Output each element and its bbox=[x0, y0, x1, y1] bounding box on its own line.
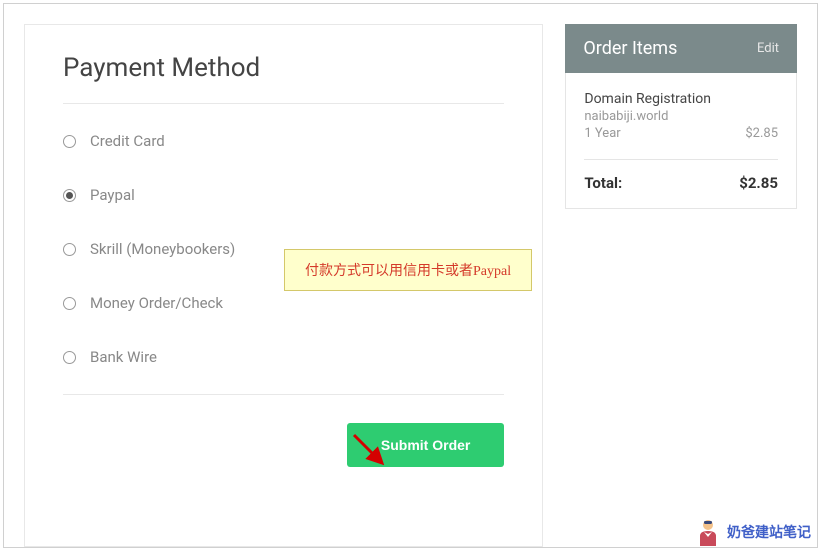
order-total-row: Total: $2.85 bbox=[584, 159, 778, 192]
submit-order-button[interactable]: Submit Order bbox=[347, 423, 504, 467]
order-item-term: 1 Year bbox=[584, 126, 620, 141]
annotation-callout: 付款方式可以用信用卡或者Paypal bbox=[284, 249, 532, 291]
radio-label: Skrill (Moneybookers) bbox=[90, 240, 235, 258]
order-summary-panel: Order Items Edit Domain Registration nai… bbox=[565, 24, 797, 547]
radio-label: Credit Card bbox=[90, 132, 165, 150]
order-item-domain: naibabiji.world bbox=[584, 109, 778, 124]
radio-icon bbox=[63, 189, 76, 202]
edit-order-link[interactable]: Edit bbox=[757, 41, 779, 56]
order-item-price: $2.85 bbox=[745, 126, 778, 141]
radio-icon bbox=[63, 135, 76, 148]
payment-option-bank-wire[interactable]: Bank Wire bbox=[63, 330, 504, 384]
order-body: Domain Registration naibabiji.world 1 Ye… bbox=[565, 73, 797, 209]
divider bbox=[63, 103, 504, 104]
order-total-price: $2.85 bbox=[739, 174, 778, 192]
payment-heading: Payment Method bbox=[63, 53, 504, 83]
radio-label: Paypal bbox=[90, 186, 135, 204]
order-item-line: 1 Year $2.85 bbox=[584, 126, 778, 141]
payment-option-credit-card[interactable]: Credit Card bbox=[63, 114, 504, 168]
radio-icon bbox=[63, 243, 76, 256]
payment-option-paypal[interactable]: Paypal bbox=[63, 168, 504, 222]
order-item-name: Domain Registration bbox=[584, 91, 778, 107]
order-header: Order Items Edit bbox=[565, 24, 797, 73]
radio-label: Bank Wire bbox=[90, 348, 157, 366]
avatar-icon bbox=[695, 518, 721, 546]
watermark-text: 奶爸建站笔记 bbox=[727, 522, 811, 542]
watermark: 奶爸建站笔记 bbox=[695, 518, 811, 546]
order-total-label: Total: bbox=[584, 174, 622, 192]
radio-icon bbox=[63, 351, 76, 364]
radio-label: Money Order/Check bbox=[90, 294, 223, 312]
order-title: Order Items bbox=[583, 38, 677, 59]
submit-row: Submit Order bbox=[63, 394, 504, 467]
radio-icon bbox=[63, 297, 76, 310]
